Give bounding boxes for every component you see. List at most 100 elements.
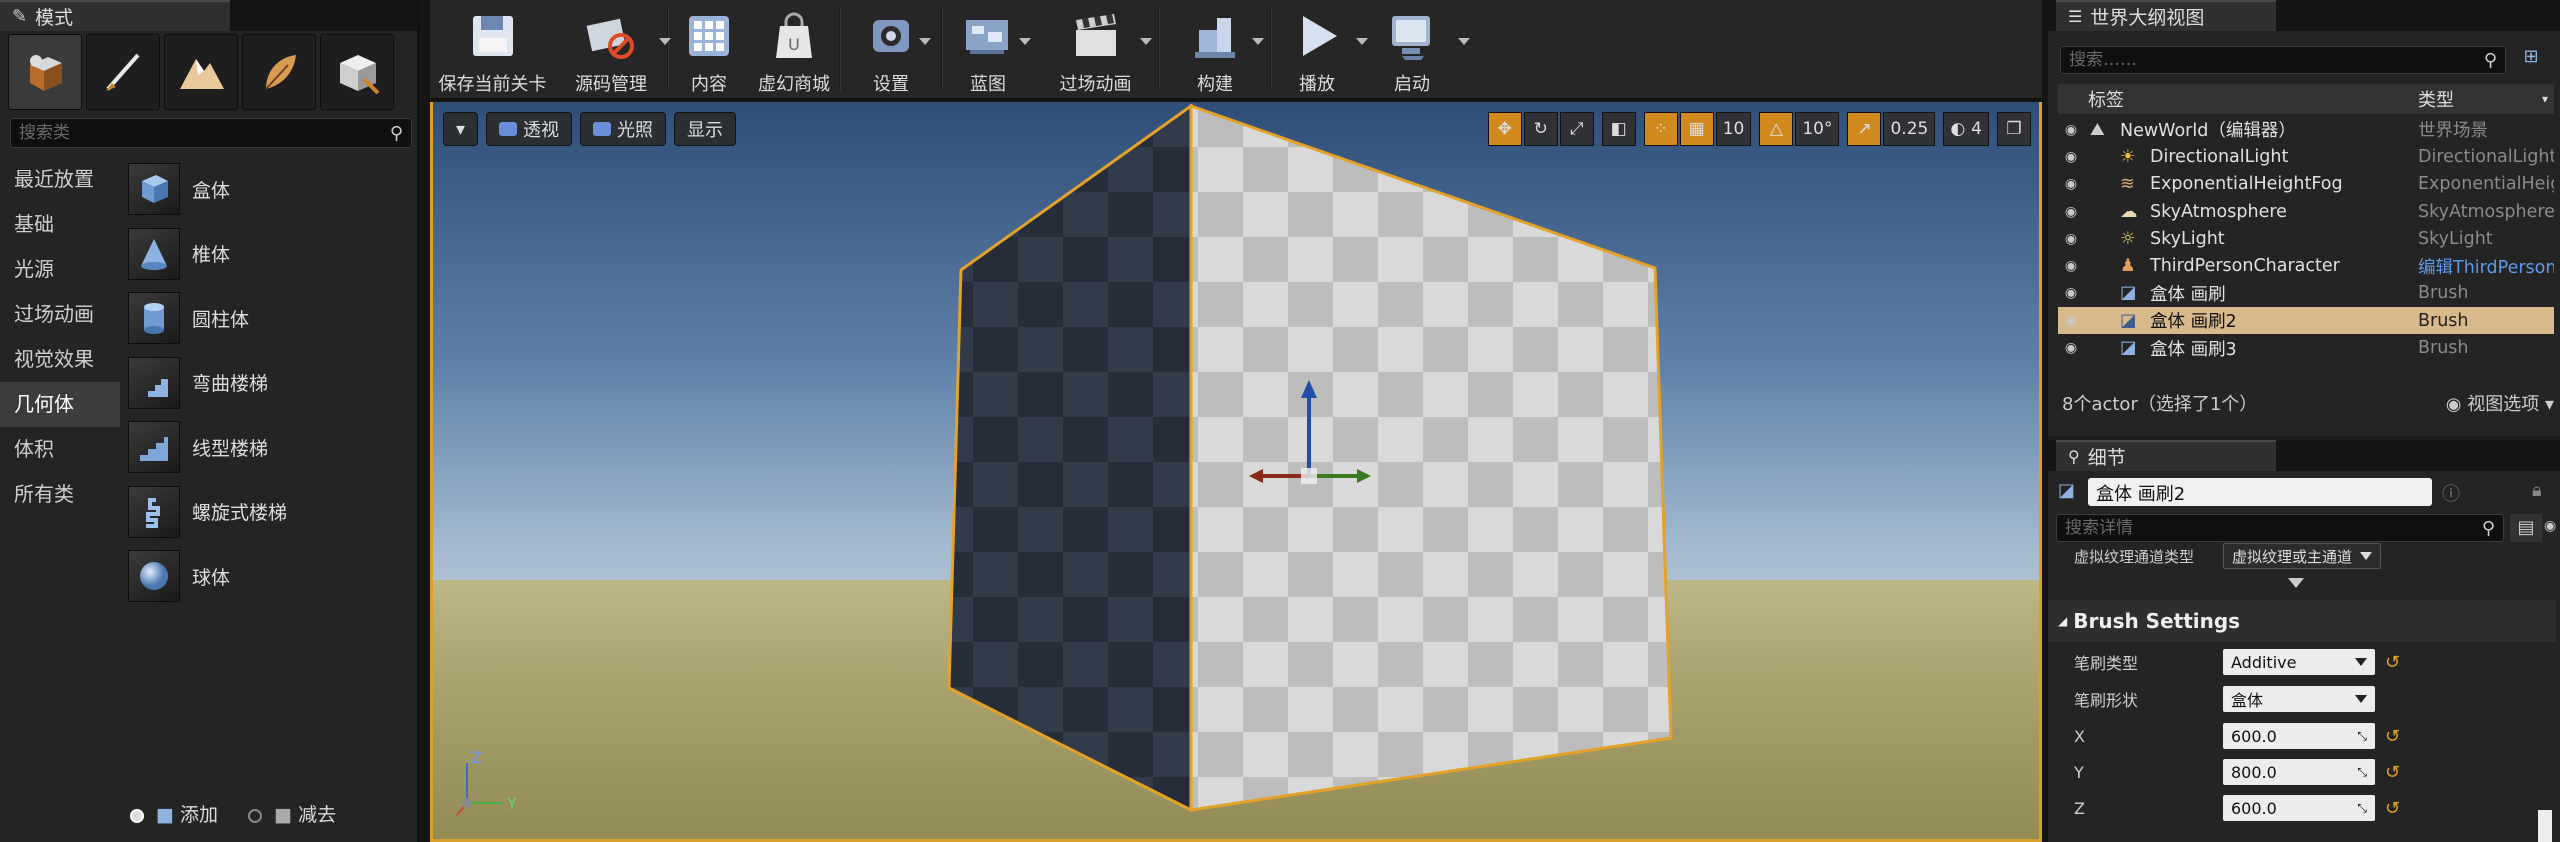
vt-pass-dropdown[interactable]: 虚拟纹理或主通道: [2223, 543, 2381, 569]
build-dropdown-arrow[interactable]: [1252, 38, 1264, 45]
show-button[interactable]: 显示: [674, 112, 737, 146]
place-item-cylinder[interactable]: 圆柱体: [122, 286, 414, 351]
scale-snap-value[interactable]: 0.25: [1883, 112, 1936, 146]
chevron-down-icon[interactable]: ▾: [2542, 92, 2548, 106]
brush-z-input[interactable]: 600.0 ⤡: [2223, 795, 2375, 821]
build-button[interactable]: 构建: [1160, 0, 1270, 96]
cinematics-button[interactable]: 过场动画: [1033, 0, 1158, 96]
search-icon[interactable]: ⚲: [390, 123, 403, 144]
outliner-row-box-brush3[interactable]: ◉ ◪ 盒体 画刷3 Brush: [2058, 334, 2554, 361]
geometry-edit-mode-button[interactable]: [320, 34, 394, 110]
details-tab[interactable]: ⚲ 细节: [2056, 440, 2276, 471]
maximize-viewport-button[interactable]: ❐: [1997, 112, 2031, 146]
outliner-row-directional-light[interactable]: ◉ ☀ DirectionalLight DirectionalLight: [2058, 143, 2554, 170]
translate-mode-button[interactable]: ✥: [1487, 112, 1522, 146]
grid-snap-value[interactable]: 10: [1715, 112, 1752, 146]
settings-dropdown-arrow[interactable]: [919, 38, 931, 45]
outliner-search-input[interactable]: [2069, 50, 2484, 70]
play-button[interactable]: 播放: [1272, 0, 1368, 96]
scale-mode-button[interactable]: ⤢: [1559, 112, 1594, 146]
place-item-cone[interactable]: 椎体: [122, 222, 414, 287]
outliner-row-sky-atmosphere[interactable]: ◉ ☁ SkyAtmosphere SkyAtmosphere: [2058, 198, 2554, 225]
brush-shape-dropdown[interactable]: 盒体: [2223, 686, 2375, 712]
class-search-input[interactable]: [19, 123, 390, 143]
content-button[interactable]: 内容: [669, 0, 749, 96]
subtract-radio[interactable]: [248, 808, 263, 823]
eye-icon[interactable]: ◉: [2058, 176, 2084, 192]
source-control-button[interactable]: 源码管理: [555, 0, 671, 96]
lit-mode-button[interactable]: 光照: [580, 112, 667, 146]
camera-speed-button[interactable]: ◐ 4: [1943, 112, 1989, 146]
eye-icon[interactable]: ◉: [2058, 231, 2084, 247]
paint-mode-button[interactable]: [86, 34, 160, 110]
eye-icon[interactable]: ◉: [2058, 149, 2084, 165]
search-icon[interactable]: ⚲: [2484, 50, 2497, 71]
cinematics-dropdown-arrow[interactable]: [1140, 38, 1152, 45]
launch-button[interactable]: 启动: [1362, 0, 1470, 96]
reset-arrow-icon[interactable]: ↺: [2385, 798, 2400, 819]
reset-arrow-icon[interactable]: ↺: [2385, 652, 2400, 673]
eye-icon[interactable]: ◉: [2058, 313, 2084, 329]
outliner-row-height-fog[interactable]: ◉ ≋ExponentialHeightFog ExponentialHeigh…: [2058, 171, 2554, 198]
scene-box-brush[interactable]: [433, 102, 2042, 842]
advanced-expand-arrow[interactable]: [2288, 578, 2304, 588]
outliner-col-type[interactable]: 类型: [2418, 86, 2454, 112]
place-item-spiral-stair[interactable]: 螺旋式楼梯: [122, 480, 414, 545]
place-item-sphere[interactable]: 球体: [122, 544, 414, 609]
reset-arrow-icon[interactable]: ↺: [2385, 726, 2400, 747]
level-viewport[interactable]: ▾ 透视 光照 显示 ✥ ↻ ⤢ ◧ ⁘ ▦ 10 △ 10° ↗ 0.25 ◐…: [430, 102, 2042, 842]
scale-snap-toggle[interactable]: ↗: [1847, 112, 1882, 146]
brush-subtract-option[interactable]: ■ 减去: [248, 800, 336, 827]
lock-icon[interactable]: 🔒︎: [2532, 480, 2542, 501]
eye-icon[interactable]: ◉: [2058, 258, 2084, 274]
category-visual-effects[interactable]: 视觉效果: [0, 337, 120, 382]
surface-snap-button[interactable]: ⁘: [1643, 112, 1678, 146]
foliage-mode-button[interactable]: [242, 34, 316, 110]
grid-snap-toggle[interactable]: ▦: [1679, 112, 1714, 146]
eye-icon[interactable]: ◉: [2544, 518, 2556, 534]
landscape-mode-button[interactable]: [164, 34, 238, 110]
blueprints-button[interactable]: 蓝图: [943, 0, 1033, 96]
brush-y-input[interactable]: 800.0 ⤡: [2223, 759, 2375, 785]
category-geometry[interactable]: 几何体: [0, 382, 120, 427]
category-volumes[interactable]: 体积: [0, 427, 120, 472]
brush-type-dropdown[interactable]: Additive: [2223, 649, 2375, 675]
outliner-row-world[interactable]: ◉ ⛰ NewWorld（编辑器） 世界场景: [2058, 116, 2554, 143]
outliner-row-box-brush[interactable]: ◉ ◪ 盒体 画刷 Brush: [2058, 280, 2554, 307]
eye-icon[interactable]: ◉: [2058, 285, 2084, 301]
help-icon[interactable]: ⓘ: [2442, 480, 2460, 506]
outliner-row-third-person-character[interactable]: ◉ ♟ThirdPersonCharacter 编辑ThirdPersonCha…: [2058, 252, 2554, 279]
viewport-menu-button[interactable]: ▾: [443, 112, 479, 146]
add-radio[interactable]: [130, 808, 144, 823]
view-options-button[interactable]: ◉ 视图选项 ▾: [2446, 390, 2554, 416]
marketplace-button[interactable]: U 虚幻商城: [749, 0, 839, 96]
search-icon[interactable]: ⚲: [2482, 518, 2495, 539]
reset-arrow-icon[interactable]: ↺: [2385, 762, 2400, 783]
outliner-col-label[interactable]: 标签: [2058, 86, 2418, 112]
settings-button[interactable]: 设置: [841, 0, 941, 96]
outliner-add-filter-button[interactable]: ⊞: [2516, 46, 2546, 74]
details-search-input[interactable]: [2065, 518, 2482, 538]
modes-tab[interactable]: ✎ 模式: [0, 0, 230, 31]
brush-x-input[interactable]: 600.0 ⤡: [2223, 723, 2375, 749]
outliner-row-box-brush2[interactable]: ◉ ◪ 盒体 画刷2 Brush: [2058, 307, 2554, 335]
eye-icon[interactable]: ◉: [2058, 340, 2084, 356]
coordinate-system-button[interactable]: ◧: [1601, 112, 1636, 146]
rotation-snap-toggle[interactable]: △: [1759, 112, 1794, 146]
actor-name-field[interactable]: 盒体 画刷2: [2088, 478, 2432, 506]
rotate-mode-button[interactable]: ↻: [1523, 112, 1558, 146]
place-item-linear-stair[interactable]: 线型楼梯: [122, 415, 414, 480]
place-item-curved-stair[interactable]: 弯曲楼梯: [122, 351, 414, 416]
place-mode-button[interactable]: [8, 34, 82, 110]
category-basic[interactable]: 基础: [0, 202, 120, 247]
save-level-button[interactable]: 保存当前关卡: [430, 0, 555, 96]
edit-blueprint-link[interactable]: 编辑ThirdPersonCharacter: [2418, 254, 2554, 279]
category-recent[interactable]: 最近放置: [0, 157, 120, 202]
eye-icon[interactable]: ◉: [2058, 204, 2084, 220]
outliner-tab[interactable]: ☰ 世界大纲视图: [2056, 0, 2276, 31]
details-scrollbar[interactable]: [2538, 810, 2552, 842]
category-cinematic[interactable]: 过场动画: [0, 292, 120, 337]
brush-add-option[interactable]: ■ 添加: [130, 800, 218, 827]
outliner-row-sky-light[interactable]: ◉ ☼ SkyLight SkyLight: [2058, 225, 2554, 252]
brush-settings-section[interactable]: ◢ Brush Settings: [2048, 600, 2556, 642]
